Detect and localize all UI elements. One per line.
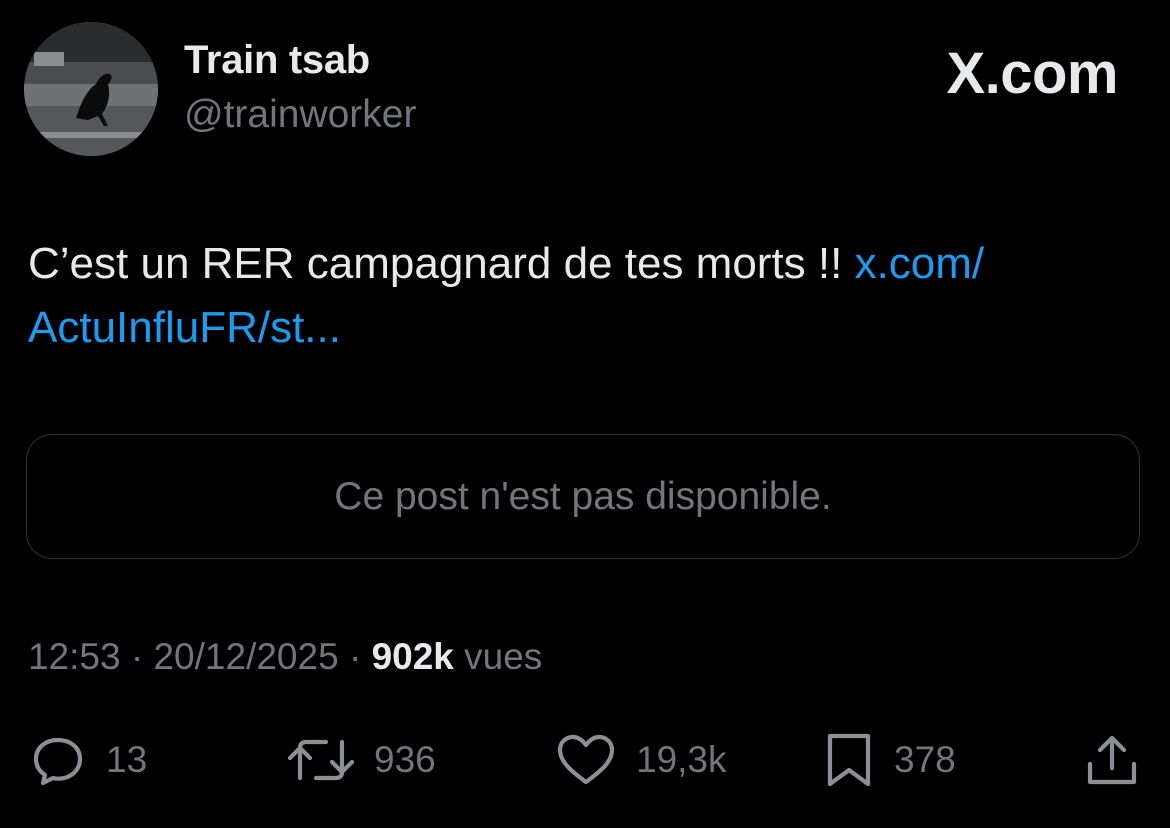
like-count: 19,3k: [636, 739, 727, 780]
meta-separator: ·: [338, 636, 372, 677]
heart-icon: [554, 730, 618, 790]
author-display-name[interactable]: Train tsab: [184, 38, 370, 83]
unavailable-message: Ce post n'est pas disponible.: [334, 474, 832, 518]
brand-logo: X.com: [946, 40, 1118, 107]
post-date[interactable]: 20/12/2025: [153, 636, 338, 677]
share-button[interactable]: [1082, 730, 1142, 790]
bookmark-icon: [822, 730, 876, 790]
share-upload-icon: [1082, 730, 1142, 790]
post-time[interactable]: 12:53: [28, 636, 121, 677]
repost-arrows-icon: [286, 730, 356, 790]
repost-button[interactable]: 936: [286, 730, 436, 790]
author-handle[interactable]: @trainworker: [184, 93, 416, 137]
meta-separator: ·: [120, 636, 154, 677]
views-count[interactable]: 902k: [372, 636, 454, 677]
reply-count: 13: [106, 739, 148, 780]
tweet-body: C’est un RER campagnard de tes morts !!: [28, 239, 855, 288]
tweet-text: C’est un RER campagnard de tes morts !! …: [28, 232, 1148, 360]
bookmark-count: 378: [894, 739, 956, 780]
quoted-post-card: Ce post n'est pas disponible.: [26, 434, 1140, 559]
action-bar: 13 936 19,3k 378: [0, 730, 1170, 790]
views-label[interactable]: vues: [454, 636, 542, 677]
avatar[interactable]: [24, 22, 158, 156]
speech-bubble-icon: [28, 730, 88, 790]
like-button[interactable]: 19,3k: [554, 730, 727, 790]
reply-button[interactable]: 13: [28, 730, 147, 790]
repost-count: 936: [374, 739, 436, 780]
brand-label: X.com: [946, 41, 1118, 106]
bookmark-button[interactable]: 378: [822, 730, 956, 790]
post-meta: 12:53 · 20/12/2025 · 902k vues: [28, 636, 542, 678]
